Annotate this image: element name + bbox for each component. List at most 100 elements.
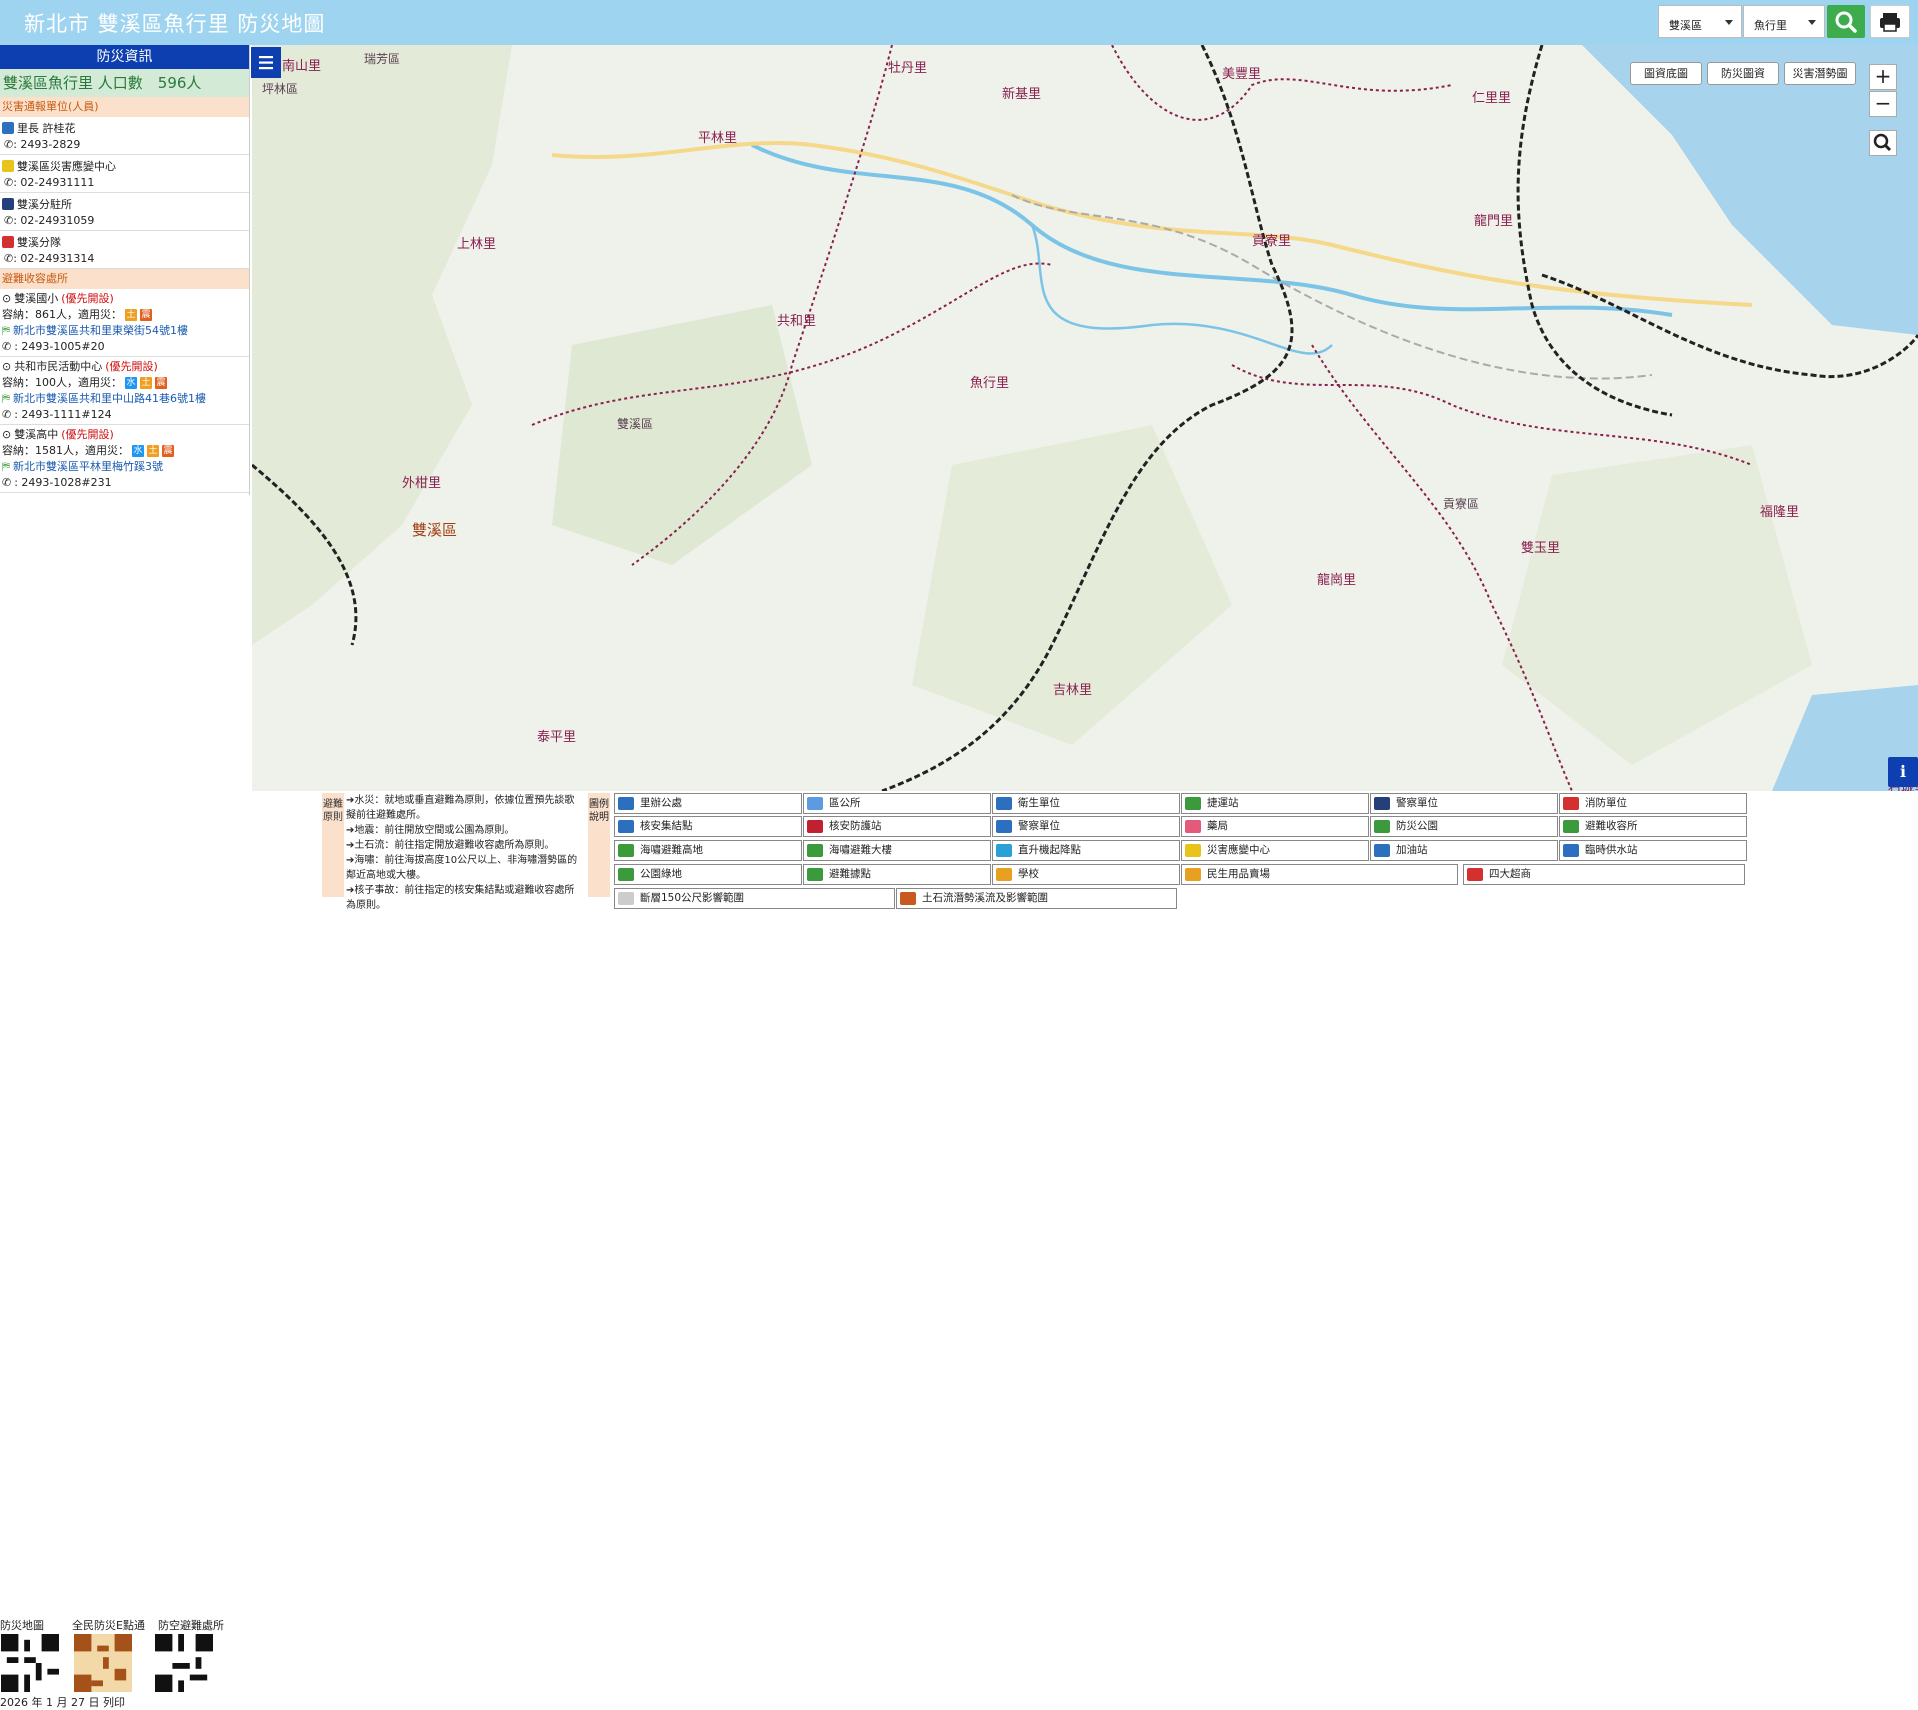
legend-swatch-icon — [1563, 820, 1579, 833]
phone-icon: ✆ — [4, 176, 14, 189]
units-heading: 災害通報單位(人員) — [0, 97, 249, 117]
shelter-item[interactable]: ⊙ 雙溪高中 (優先開設) 容納：1581人，適用災：水土震 ⛿ 新北市雙溪區平林里梅… — [0, 425, 249, 493]
zoom-out-button[interactable]: − — [1869, 91, 1897, 117]
map-pin-icon: ⛿ — [2, 324, 10, 337]
shelters-heading: 避難收容處所 — [0, 269, 249, 289]
shelter-item[interactable]: ⊙ 共和市民活動中心 (優先開設) 容納：100人，適用災：水土震 ⛿ 新北市雙溪區共… — [0, 357, 249, 425]
village-label: 外柑里 — [402, 476, 442, 491]
evacuation-rules: ➔水災：就地或垂直避難為原則，依據位置預先談歌擬前往避難處所。 ➔地震：前往開放空… — [346, 793, 578, 913]
village-label: 上林里 — [457, 237, 497, 252]
legend-item: 災害應變中心 — [1181, 840, 1369, 861]
village-label: 龍崗里 — [1317, 573, 1357, 588]
circle-arrow-icon: ⊙ — [2, 360, 12, 373]
village-label: 南山里 — [282, 59, 322, 74]
qr-label-air-raid: 防空避難處所 — [158, 1619, 224, 1632]
legend-swatch-icon — [618, 820, 634, 833]
info-icon: ℹ — [1899, 762, 1907, 781]
print-date: 2026 年 1 月 27 日 列印 — [0, 1696, 125, 1709]
map-menu-button[interactable] — [251, 47, 281, 78]
phone-icon: ✆ — [4, 138, 14, 151]
legend-swatch-icon — [996, 797, 1012, 810]
legend-label: 藥局 — [1207, 820, 1228, 832]
map-pin-icon: ⛿ — [2, 392, 10, 405]
zoom-in-button[interactable]: + — [1869, 64, 1897, 90]
legend-label: 捷運站 — [1207, 797, 1239, 809]
village-label: 貢寮里 — [1252, 234, 1292, 249]
qr-code-icon — [74, 1634, 132, 1692]
rule-item: ➔土石流：前往指定開放避難收容處所為原則。 — [346, 840, 555, 851]
shelter-name: 雙溪國小 — [14, 292, 59, 305]
legend-item: 核安集結點 — [614, 816, 802, 837]
legend-label: 里辦公處 — [640, 797, 682, 809]
legend-label: 警察單位 — [1018, 820, 1060, 832]
legend-swatch-icon — [996, 820, 1012, 833]
legend-label: 避難據點 — [829, 868, 871, 880]
shelter-phone[interactable]: : 2493-1028#231 — [14, 475, 111, 491]
village-label: 牡丹里 — [888, 61, 928, 76]
contact-unit: 雙溪分隊 ✆: 02-24931314 — [0, 231, 249, 269]
legend-swatch-icon — [807, 844, 823, 857]
hazard-potential-button[interactable]: 災害潛勢圖 — [1784, 62, 1856, 85]
shelter-item[interactable]: ⊙ 雙溪國小 (優先開設) 容納：861人，適用災：土震 ⛿ 新北市雙溪區共和里東榮街… — [0, 289, 249, 357]
village-select[interactable]: 魚行里 — [1743, 5, 1825, 38]
village-label: 美豐里 — [1222, 67, 1262, 82]
map-pin-icon: ⛿ — [2, 460, 10, 473]
legend-item: 警察單位 — [992, 816, 1180, 837]
unit-phone[interactable]: : 2493-2829 — [13, 138, 80, 151]
unit-phone[interactable]: : 02-24931059 — [13, 214, 94, 227]
village-label: 貢寮區 — [1443, 497, 1480, 511]
legend-item: 避難據點 — [803, 864, 991, 885]
legend-swatch-icon — [1185, 797, 1201, 810]
unit-name: 雙溪分駐所 — [17, 197, 72, 211]
search-button[interactable] — [1827, 5, 1865, 38]
legend-swatch-icon — [1185, 844, 1201, 857]
legend-label: 加油站 — [1396, 844, 1428, 856]
qr-code-icon — [155, 1634, 213, 1692]
legend-label: 直升機起降點 — [1018, 844, 1081, 856]
legend-swatch-icon — [1563, 797, 1579, 810]
search-icon — [1835, 11, 1857, 33]
rule-item: ➔地震：前往開放空間或公園為原則。 — [346, 825, 515, 836]
shelter-address[interactable]: 新北市雙溪區共和里東榮街54號1樓 — [13, 323, 188, 339]
disaster-layer-button[interactable]: 防災圖資 — [1707, 62, 1779, 85]
priority-badge: (優先開設) — [105, 360, 158, 373]
shelter-address[interactable]: 新北市雙溪區共和里中山路41巷6號1樓 — [13, 391, 206, 407]
village-label: 新基里 — [1002, 87, 1042, 102]
district-select-value: 雙溪區 — [1669, 19, 1702, 32]
unit-icon — [2, 197, 14, 210]
unit-phone[interactable]: : 02-24931314 — [13, 252, 94, 265]
legend-label: 土石流潛勢溪流及影響範圍 — [922, 892, 1048, 904]
print-button[interactable] — [1870, 5, 1910, 38]
legend-item: 四大超商 — [1463, 864, 1745, 885]
shelter-capacity: 容納：861人，適用災： — [2, 308, 122, 321]
map-search-button[interactable] — [1869, 130, 1897, 156]
legend-label: 四大超商 — [1489, 868, 1531, 880]
village-label: 雙玉里 — [1521, 541, 1561, 556]
legend-label: 民生用品賣場 — [1207, 868, 1270, 880]
village-label: 龍門里 — [1474, 214, 1514, 229]
legend-item: 海嘯避難高地 — [614, 840, 802, 861]
basemap-button[interactable]: 圖資底圖 — [1630, 62, 1702, 85]
info-button[interactable]: ℹ — [1888, 757, 1918, 787]
legend-item: 藥局 — [1181, 816, 1369, 837]
legend-item: 區公所 — [803, 793, 991, 814]
shelter-capacity: 容納：100人，適用災： — [2, 376, 122, 389]
print-icon — [1880, 13, 1900, 32]
legend-swatch-icon — [1563, 844, 1579, 857]
unit-name: 里長 許桂花 — [17, 121, 76, 135]
circle-arrow-icon: ⊙ — [2, 292, 12, 305]
district-select[interactable]: 雙溪區 — [1658, 5, 1742, 38]
unit-icon — [2, 121, 14, 134]
rule-item: ➔核子事故：前往指定的核安集結點或避難收容處所為原則。 — [346, 885, 575, 911]
shelter-phone[interactable]: : 2493-1111#124 — [14, 407, 111, 423]
shelter-address[interactable]: 新北市雙溪區平林里梅竹蹊3號 — [13, 459, 163, 475]
hazard-badge: 震 — [162, 445, 174, 457]
shelter-phone[interactable]: : 2493-1005#20 — [14, 339, 104, 355]
legend-label: 學校 — [1018, 868, 1039, 880]
legend-swatch-icon — [1374, 797, 1390, 810]
unit-phone[interactable]: : 02-24931111 — [13, 176, 94, 189]
map-canvas[interactable]: 南山里 坪林區 瑞芳區 牡丹里 新基里 美豐里 仁里里 平林里 上林里 共和里 貢寮里 龍門里 魚行里雙… — [252, 45, 1918, 791]
chevron-down-icon — [1725, 20, 1733, 25]
legend-label: 警察單位 — [1396, 797, 1438, 809]
legend-item: 直升機起降點 — [992, 840, 1180, 861]
